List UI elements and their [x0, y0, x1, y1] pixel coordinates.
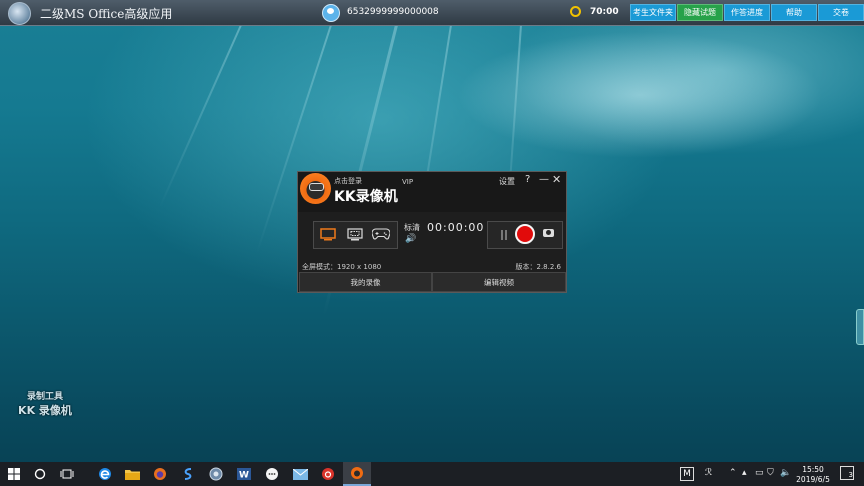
mail-icon[interactable]	[292, 466, 308, 482]
volume-icon[interactable]: 🔊	[405, 234, 416, 244]
elapsed-time: 00:00:00	[427, 221, 485, 234]
region-mode-icon[interactable]	[345, 226, 365, 242]
user-avatar-icon	[322, 4, 340, 22]
speaker-icon[interactable]: 🔈	[780, 468, 791, 478]
help-button[interactable]: 帮助	[771, 4, 817, 21]
system-clock[interactable]: 15:50 2019/6/5	[793, 465, 833, 485]
close-icon[interactable]: ✕	[552, 173, 561, 186]
svg-text:W: W	[239, 471, 249, 481]
user-id: 6532999999000008	[347, 7, 439, 17]
pause-icon[interactable]	[500, 230, 508, 240]
firefox-icon[interactable]	[152, 466, 168, 482]
submit-button[interactable]: 交卷	[818, 4, 864, 21]
netease-music-icon[interactable]	[320, 466, 336, 482]
kk-recorder-window[interactable]: 点击登录 KK录像机 VIP 设置 ? — ✕ 标清 🔊 00:00:00 全屏…	[297, 171, 567, 293]
stopwatch-icon	[570, 6, 581, 17]
countdown-timer: 70:00	[590, 7, 619, 17]
progress-button[interactable]: 作答进度	[724, 4, 770, 21]
exam-topbar: 二级MS Office高级应用 6532999999000008 70:00 考…	[0, 0, 864, 26]
recorder-watermark: 录制工具 KK 录像机	[15, 389, 75, 418]
game-mode-icon[interactable]	[371, 226, 391, 242]
side-panel-handle[interactable]	[856, 309, 864, 345]
exam-logo-icon	[8, 2, 31, 25]
candidate-folder-button[interactable]: 考生文件夹	[630, 4, 676, 21]
help-icon[interactable]: ?	[525, 174, 530, 185]
clock-date: 2019/6/5	[796, 475, 830, 484]
capture-status: 全屏模式：1920 x 1080	[302, 263, 382, 271]
chat-bubble-icon[interactable]	[264, 466, 280, 482]
version-label: 版本：2.8.2.6	[515, 263, 562, 271]
chevron-up-icon[interactable]: ⌃	[729, 468, 737, 478]
kk-recorder-icon[interactable]	[343, 462, 371, 486]
capture-mode-group	[313, 221, 398, 249]
watermark-line-2: KK 录像机	[18, 404, 72, 417]
login-link[interactable]: 点击登录	[334, 176, 362, 186]
people-icon[interactable]: ℛ	[705, 468, 712, 478]
battery-icon[interactable]: ▭	[755, 468, 764, 478]
word-icon[interactable]: W	[236, 466, 252, 482]
windows-taskbar: W M ℛ ⌃ ▴ ▭ ⛉ 🔈 15:50 2019/6/5 3	[0, 462, 864, 486]
shield-icon[interactable]: ⛉	[767, 468, 774, 478]
s-app-icon[interactable]	[180, 466, 196, 482]
exam-app-icon[interactable]	[208, 466, 224, 482]
ime-indicator[interactable]: M	[680, 467, 694, 481]
vip-badge[interactable]: VIP	[402, 178, 413, 186]
hide-questions-button[interactable]: 隐藏试题	[677, 4, 723, 21]
record-button[interactable]	[515, 224, 535, 244]
recorder-header[interactable]: 点击登录 KK录像机 VIP 设置 ? — ✕	[298, 172, 566, 212]
tray-app-icon[interactable]: ▴	[742, 468, 747, 478]
notification-count: 3	[848, 471, 853, 479]
task-view-icon[interactable]	[59, 466, 75, 482]
screenshot-camera-icon[interactable]	[543, 229, 554, 237]
my-videos-button[interactable]: 我的录像	[299, 272, 432, 292]
fullscreen-mode-icon[interactable]	[318, 226, 338, 242]
light-ray	[158, 24, 242, 209]
edit-video-button[interactable]: 编辑视频	[432, 272, 566, 292]
windows-start-icon[interactable]	[6, 466, 22, 482]
edge-icon[interactable]	[97, 466, 113, 482]
recorder-app-name: KK录像机	[334, 189, 398, 205]
file-explorer-icon[interactable]	[124, 466, 140, 482]
clock-time: 15:50	[802, 465, 824, 474]
notification-center-icon[interactable]: 3	[840, 466, 854, 480]
kk-logo-icon	[300, 173, 331, 204]
record-controls	[487, 221, 563, 249]
app-title: 二级MS Office高级应用	[40, 7, 173, 21]
quality-selector[interactable]: 标清	[404, 222, 420, 233]
watermark-line-1: 录制工具	[26, 392, 63, 402]
minimize-icon[interactable]: —	[539, 174, 549, 185]
cortana-icon[interactable]	[32, 466, 48, 482]
settings-link[interactable]: 设置	[499, 176, 515, 187]
